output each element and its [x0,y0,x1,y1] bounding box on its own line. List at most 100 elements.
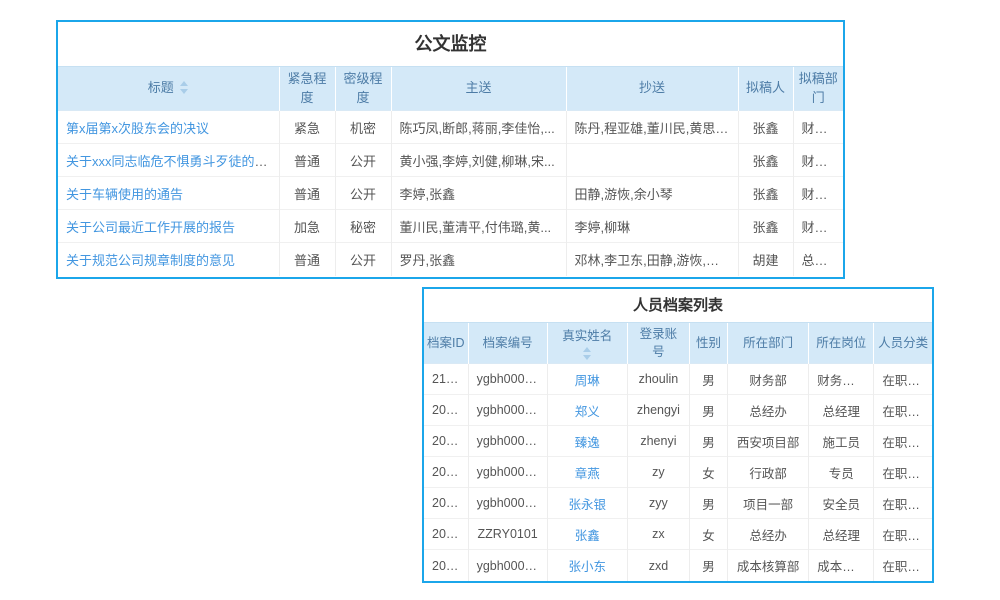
column-label: 档案ID [427,336,465,350]
column-label: 所在部门 [743,336,793,350]
column-label: 标题 [148,80,174,95]
column-header-doc_monitor-3: 主送 [391,67,566,111]
doc-monitor-panel: 公文监控 标题紧急程度密级程度主送抄送拟稿人拟稿部门 第x届第x次股东会的决议紧… [56,20,845,279]
record-link[interactable]: 郑义 [575,405,600,419]
table-cell: 黄小强,李婷,刘健,柳琳,宋... [391,144,566,177]
cell-text: 2057 [432,403,460,417]
record-link[interactable]: 关于车辆使用的通告 [66,187,183,202]
column-label: 紧急程度 [287,71,326,105]
cell-text: 2092 [432,496,460,510]
table-cell: zy [627,457,689,488]
table-cell: 郑义 [547,395,627,426]
record-link[interactable]: 张永银 [569,498,607,512]
table-cell: zx [627,519,689,550]
cell-text: 邓林,李卫东,田静,游恢,余... [575,253,730,268]
cell-text: 在职人员 [882,436,932,450]
table-cell: 2038 [424,457,468,488]
table-cell: 总经理 [809,395,874,426]
table-row: 关于车辆使用的通告普通公开李婷,张鑫田静,游恢,余小琴张鑫财务部 [58,177,843,210]
cell-text: 胡建 [752,253,778,268]
sort-arrows-icon[interactable] [180,81,189,94]
cell-text: 总经办 [749,405,787,419]
cell-text: 财务总监 [817,374,867,388]
table-row: 关于规范公司规章制度的意见普通公开罗丹,张鑫邓林,李卫东,田静,游恢,余...胡… [58,243,843,276]
table-cell: 项目一部 [728,488,809,519]
cell-text: 男 [702,560,715,574]
table-cell: 董川民,董清平,付伟璐,黄... [391,210,566,243]
table-row: 2038ygbh000038章燕zy女行政部专员在职人员 [424,457,932,488]
table-cell: 行政部 [728,457,809,488]
table-cell: 2045 [424,519,468,550]
table-cell: 章燕 [547,457,627,488]
column-header-doc_monitor-1: 紧急程度 [279,67,335,111]
table-cell: 李婷,张鑫 [391,177,566,210]
column-label: 真实姓名 [562,329,612,343]
cell-text: 在职人员 [882,467,932,481]
table-cell: 陈丹,程亚雄,董川民,黄思璐... [566,111,738,144]
record-link[interactable]: 张小东 [569,560,607,574]
table-cell: 女 [689,457,727,488]
cell-text: 在职人员 [882,560,932,574]
cell-text: 公开 [350,187,376,202]
table-cell: ygbh000111 [468,426,547,457]
record-link[interactable]: 关于公司最近工作开展的报告 [66,220,235,235]
table-cell: 机密 [335,111,391,144]
cell-text: 女 [702,467,715,481]
cell-text: zy [652,465,665,479]
table-cell: 成本主管 [809,550,874,581]
table-cell: ygbh000050 [468,550,547,581]
record-link[interactable]: 关于规范公司规章制度的意见 [66,253,235,268]
cell-text: 财务部 [802,187,841,202]
cell-text: 成本主管 [817,560,867,574]
cell-text: 李婷,张鑫 [400,187,456,202]
table-cell: 总经办 [793,243,843,276]
table-cell: 普通 [279,243,335,276]
table-cell: 张鑫 [738,144,793,177]
cell-text: 财务部 [802,154,841,169]
table-cell: 公开 [335,144,391,177]
record-link[interactable]: 章燕 [575,467,600,481]
cell-text: 项目一部 [743,498,793,512]
table-cell: 总经办 [728,519,809,550]
table-cell: zhenyi [627,426,689,457]
record-link[interactable]: 臻逸 [575,436,600,450]
table-cell: 第x届第x次股东会的决议 [58,111,279,144]
cell-text: 罗丹,张鑫 [400,253,456,268]
record-link[interactable]: 第x届第x次股东会的决议 [66,121,209,136]
cell-text: 2046 [432,559,460,573]
sort-arrows-icon[interactable] [583,347,592,360]
cell-text: 在职人员 [882,498,932,512]
table-cell: 张鑫 [738,177,793,210]
table-cell: 男 [689,426,727,457]
table-cell: 2046 [424,550,468,581]
cell-text: 财务部 [749,374,787,388]
table-cell: ZZRY0101 [468,519,547,550]
table-cell: 2085 [424,426,468,457]
cell-text: ygbh000050 [477,559,546,573]
table-cell: zxd [627,550,689,581]
record-link[interactable]: 周琳 [575,374,600,388]
column-header-doc_monitor-0[interactable]: 标题 [58,67,279,111]
table-cell: 张鑫 [738,111,793,144]
cell-text: 总经办 [802,253,841,268]
column-header-personnel-2[interactable]: 真实姓名 [547,323,627,364]
cell-text: 总经理 [823,405,861,419]
column-header-personnel-7: 人员分类 [874,323,932,364]
cell-text: 女 [702,529,715,543]
table-cell: 男 [689,395,727,426]
table-cell: 财务部 [793,144,843,177]
record-link[interactable]: 关于xxx同志临危不惧勇斗歹徒的通报 [66,154,279,169]
cell-text: ygbh000070 [477,372,546,386]
doc-monitor-title: 公文监控 [58,22,843,66]
table-row: 2125ygbh000070周琳zhoulin男财务部财务总监在职人员 [424,364,932,395]
cell-text: 紧急 [294,121,320,136]
record-link[interactable]: 张鑫 [575,529,600,543]
cell-text: 加急 [294,220,320,235]
column-label: 密级程度 [343,71,382,105]
column-header-personnel-3: 登录账号 [627,323,689,364]
cell-text: 普通 [294,187,320,202]
table-cell: 在职人员 [874,457,932,488]
table-row: 2057ygbh000068郑义zhengyi男总经办总经理在职人员 [424,395,932,426]
table-cell: zhengyi [627,395,689,426]
column-label: 拟稿部门 [799,71,838,105]
